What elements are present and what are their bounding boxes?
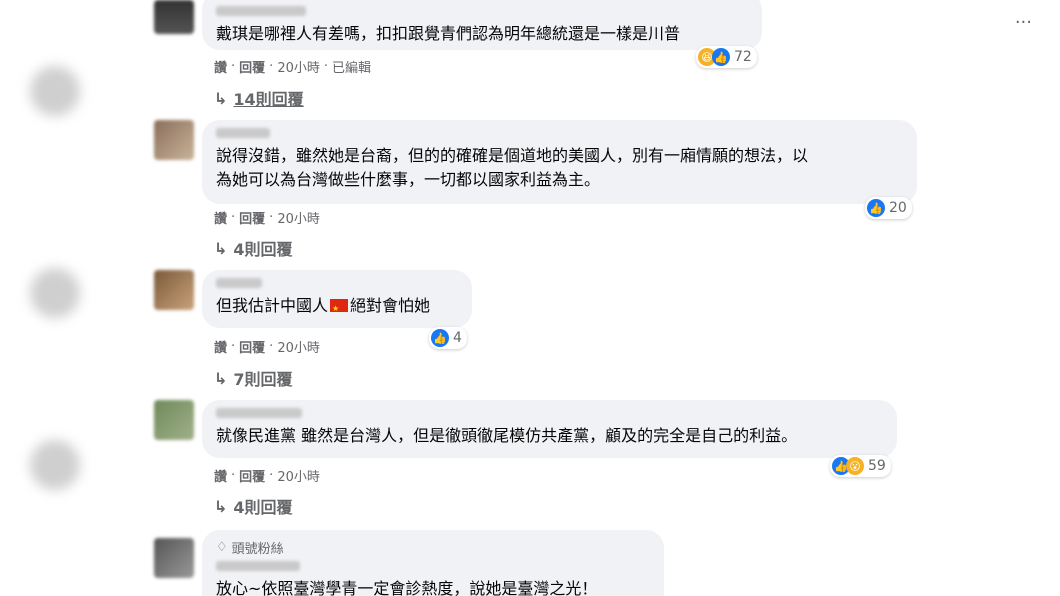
- view-replies-button[interactable]: ↳ 4則回覆: [214, 236, 293, 260]
- reaction-count: 59: [868, 458, 886, 474]
- like-button[interactable]: 讚: [214, 57, 227, 76]
- reaction-count: 4: [453, 330, 462, 346]
- edited-label: 已編輯: [332, 61, 372, 76]
- comment-bubble: ♢ 頭號粉絲 放心~依照臺灣學青一定會診熱度，說她是臺灣之光！: [202, 530, 664, 596]
- like-icon: 👍: [431, 329, 449, 347]
- reply-button[interactable]: 回覆: [239, 57, 265, 76]
- replies-count[interactable]: 14則回覆: [233, 86, 303, 110]
- reaction-summary[interactable]: 👍 😮 59: [830, 455, 891, 477]
- haha-icon: 😮: [846, 457, 864, 475]
- comment-bubble: 但我估計中國人 絕對會怕她: [202, 270, 472, 328]
- reply-arrow-icon: ↳: [214, 496, 228, 516]
- reply-button[interactable]: 回覆: [239, 208, 265, 227]
- timestamp[interactable]: 20小時: [277, 337, 320, 356]
- background-blur-avatar: [30, 268, 80, 318]
- avatar[interactable]: [154, 400, 194, 440]
- reaction-summary[interactable]: 😆 👍 72: [696, 46, 757, 68]
- reply-arrow-icon: ↳: [214, 368, 228, 388]
- background-blur-avatar: [30, 66, 80, 116]
- comment-text: 放心~依照臺灣學青一定會診熱度，說她是臺灣之光！: [216, 579, 598, 596]
- comment-thread: 戴琪是哪裡人有差嗎，扣扣跟覺青們認為明年總統還是一樣是川普 ··· 😆 👍 72…: [140, 0, 1045, 596]
- replies-count[interactable]: 7則回覆: [233, 366, 292, 390]
- replies-count[interactable]: 4則回覆: [233, 236, 292, 260]
- comment-text-part: 但我估計中國人: [216, 296, 329, 315]
- view-replies-button[interactable]: ↳ 4則回覆: [214, 494, 293, 518]
- top-fan-badge[interactable]: ♢ 頭號粉絲: [216, 538, 650, 557]
- reaction-summary[interactable]: 👍 20: [865, 197, 912, 219]
- author-name-blurred[interactable]: [216, 408, 302, 418]
- comment-actions: 讚 · 回覆 · 20小時: [214, 466, 320, 485]
- comment-text: 但我估計中國人 絕對會怕她: [216, 294, 458, 321]
- timestamp[interactable]: 20小時: [277, 208, 320, 227]
- reply-button[interactable]: 回覆: [239, 337, 265, 356]
- author-name-blurred[interactable]: [216, 561, 300, 571]
- timestamp[interactable]: 20小時: [277, 466, 320, 485]
- avatar[interactable]: [154, 538, 194, 578]
- view-replies-button[interactable]: ↳ 7則回覆: [214, 366, 293, 390]
- comment-bubble: 說得沒錯，雖然她是台裔，但的的確確是個道地的美國人，別有一廂情願的想法，以 為她…: [202, 120, 917, 204]
- reply-arrow-icon: ↳: [214, 238, 228, 258]
- reply-arrow-icon: ↳: [214, 88, 228, 108]
- comment-text-part: 絕對會怕她: [350, 296, 431, 315]
- comment-text: 戴琪是哪裡人有差嗎，扣扣跟覺青們認為明年總統還是一樣是川普: [216, 24, 681, 43]
- reply-button[interactable]: 回覆: [239, 466, 265, 485]
- author-name-blurred[interactable]: [216, 6, 306, 16]
- avatar[interactable]: [154, 270, 194, 310]
- reaction-count: 20: [889, 200, 907, 216]
- like-button[interactable]: 讚: [214, 337, 227, 356]
- timestamp[interactable]: 20小時: [277, 57, 320, 76]
- reaction-count: 72: [734, 49, 752, 65]
- comment-actions: 讚 · 回覆 · 20小時: [214, 208, 320, 227]
- comment-text: 就像民進黨 雖然是台灣人，但是徹頭徹尾模仿共產黨，顧及的完全是自己的利益。: [216, 426, 798, 445]
- author-name-blurred[interactable]: [216, 128, 270, 138]
- background-blur-avatar: [30, 440, 80, 490]
- reaction-summary[interactable]: 👍 4: [429, 327, 467, 349]
- like-button[interactable]: 讚: [214, 208, 227, 227]
- badge-label: 頭號粉絲: [231, 542, 284, 557]
- view-replies-button[interactable]: ↳ 14則回覆: [214, 86, 304, 110]
- comment-actions: 讚 · 回覆 · 20小時: [214, 337, 320, 356]
- avatar[interactable]: [154, 120, 194, 160]
- comment-actions: 讚 · 回覆 · 20小時 · 已編輯: [214, 57, 372, 76]
- like-button[interactable]: 讚: [214, 466, 227, 485]
- comment-text: 說得沒錯，雖然她是台裔，但的的確確是個道地的美國人，別有一廂情願的想法，以 為她…: [216, 146, 809, 189]
- like-icon: 👍: [867, 199, 885, 217]
- china-flag-emoji: [330, 297, 349, 321]
- replies-count[interactable]: 4則回覆: [233, 494, 292, 518]
- comment-bubble: 就像民進黨 雖然是台灣人，但是徹頭徹尾模仿共產黨，顧及的完全是自己的利益。: [202, 400, 897, 458]
- author-name-blurred[interactable]: [216, 278, 262, 288]
- avatar[interactable]: [154, 0, 194, 34]
- like-icon: 👍: [712, 48, 730, 66]
- diamond-icon: ♢: [216, 540, 228, 555]
- comment-bubble: 戴琪是哪裡人有差嗎，扣扣跟覺青們認為明年總統還是一樣是川普: [202, 0, 762, 50]
- more-options-icon[interactable]: ···: [1015, 12, 1032, 33]
